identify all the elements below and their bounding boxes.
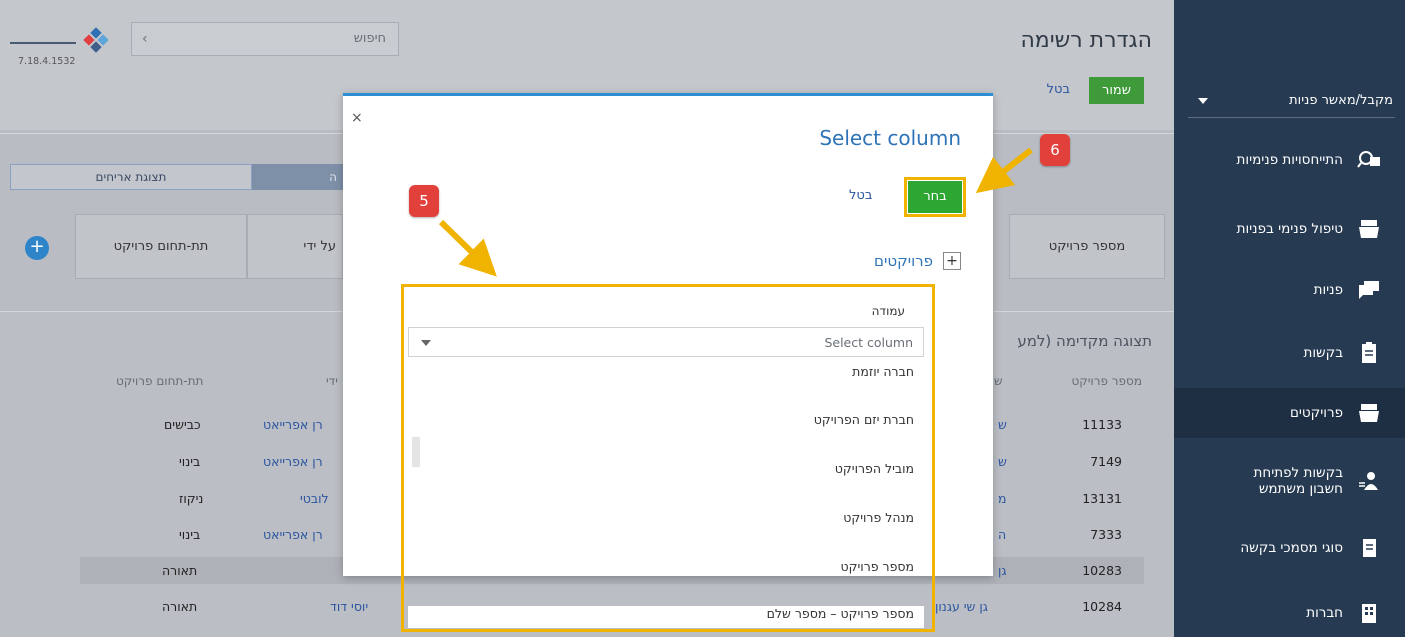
- annotation-arrows: [438, 147, 1033, 277]
- arrow-to-dropdown: [438, 219, 497, 277]
- arrow-to-choose-button: [975, 147, 1033, 194]
